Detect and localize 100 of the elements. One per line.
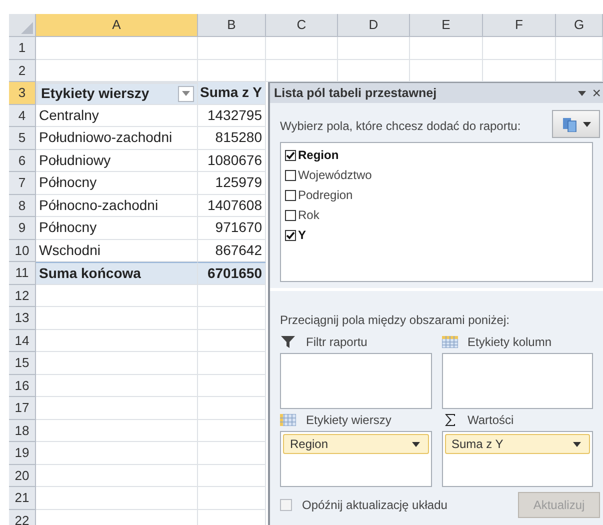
row-header[interactable]: 15 bbox=[9, 352, 36, 374]
checkbox[interactable] bbox=[285, 210, 296, 220]
caret-icon bbox=[573, 442, 581, 446]
caret-icon bbox=[182, 91, 190, 96]
column-header[interactable]: A bbox=[36, 14, 198, 37]
column-header[interactable]: C bbox=[266, 14, 338, 37]
table-cell-text: 1407608 bbox=[207, 196, 262, 215]
area-label: Etykiety wierszy bbox=[306, 412, 392, 429]
field-dropdown[interactable]: Suma z Y bbox=[444, 434, 590, 454]
filter-icon bbox=[281, 336, 295, 348]
checkbox[interactable] bbox=[285, 170, 296, 180]
row-header[interactable]: 6 bbox=[9, 150, 36, 172]
area-label: Filtr raportu bbox=[306, 334, 368, 351]
checkbox[interactable] bbox=[285, 190, 296, 200]
row-header[interactable]: 21 bbox=[9, 487, 36, 510]
row-header[interactable]: 17 bbox=[9, 397, 36, 420]
row-header[interactable]: 7 bbox=[9, 172, 36, 194]
empty-cell[interactable] bbox=[556, 37, 603, 60]
column-header[interactable]: G bbox=[556, 14, 603, 37]
panel-title: Lista pól tabeli przestawnej bbox=[274, 84, 437, 102]
filter-dropdown-button[interactable] bbox=[178, 86, 194, 102]
empty-cell[interactable] bbox=[198, 352, 266, 374]
field-dropdown[interactable]: Region bbox=[283, 434, 428, 454]
sum-icon bbox=[444, 414, 456, 426]
empty-cell[interactable] bbox=[198, 487, 266, 510]
table-cell-text: 971670 bbox=[215, 218, 262, 238]
table-cell-text: 867642 bbox=[215, 240, 262, 260]
table-cell-text: 1432795 bbox=[207, 106, 262, 125]
column-header[interactable]: F bbox=[483, 14, 556, 37]
panel-menu-icon[interactable] bbox=[578, 90, 586, 96]
active-cell[interactable]: Etykiety wierszy bbox=[36, 82, 198, 104]
documents-icon bbox=[562, 116, 578, 132]
table-cell-text: Południowy bbox=[39, 150, 111, 170]
row-header[interactable]: 4 bbox=[9, 104, 36, 127]
row-header[interactable]: 22 bbox=[9, 510, 36, 525]
table-cell-text: Wschodni bbox=[39, 240, 100, 260]
empty-cell[interactable] bbox=[198, 330, 266, 352]
empty-cell[interactable] bbox=[338, 37, 410, 60]
row-header[interactable]: 14 bbox=[9, 330, 36, 352]
empty-cell[interactable] bbox=[198, 374, 266, 397]
row-header[interactable]: 9 bbox=[9, 217, 36, 240]
table-cell-text: Suma z Y bbox=[200, 83, 262, 102]
area-label: Etykiety kolumn bbox=[468, 334, 552, 351]
column-header[interactable]: D bbox=[338, 14, 410, 37]
layout-button[interactable] bbox=[552, 110, 600, 138]
caret-icon bbox=[412, 442, 420, 446]
empty-cell[interactable] bbox=[483, 37, 556, 60]
table-cell-text: Północny bbox=[39, 218, 97, 238]
table-cell-text: Etykiety wierszy bbox=[41, 84, 150, 104]
area-label: Wartości bbox=[468, 412, 514, 429]
checkbox[interactable] bbox=[280, 499, 292, 511]
row-header[interactable]: 10 bbox=[9, 240, 36, 262]
checkbox[interactable] bbox=[285, 150, 296, 160]
row-header[interactable]: 1 bbox=[9, 37, 36, 60]
empty-cell[interactable] bbox=[198, 284, 266, 307]
row-header[interactable]: 11 bbox=[9, 262, 36, 284]
checkbox[interactable] bbox=[285, 230, 296, 240]
empty-cell[interactable] bbox=[198, 464, 266, 487]
table-cell-text: 125979 bbox=[215, 173, 262, 192]
row-header[interactable]: 19 bbox=[9, 442, 36, 464]
table-cell-text: Północny bbox=[39, 173, 97, 192]
field-label: Podregion bbox=[298, 187, 353, 204]
checkbox-label: Opóźnij aktualizację układu bbox=[302, 497, 448, 514]
row-header[interactable]: 18 bbox=[9, 420, 36, 442]
field-label: Województwo bbox=[298, 167, 372, 184]
empty-cell[interactable] bbox=[410, 37, 483, 60]
table-cell-text: 1080676 bbox=[207, 150, 262, 170]
select-all-icon[interactable] bbox=[21, 22, 33, 34]
close-button[interactable]: × bbox=[592, 86, 601, 100]
drop-area[interactable] bbox=[280, 353, 432, 409]
row-header[interactable]: 3 bbox=[9, 82, 36, 104]
empty-cell[interactable] bbox=[198, 307, 266, 330]
row-header[interactable]: 16 bbox=[9, 374, 36, 397]
table-cell-text: Centralny bbox=[39, 106, 99, 125]
empty-cell[interactable] bbox=[198, 397, 266, 420]
table-cell-text: 815280 bbox=[215, 128, 262, 148]
row-header[interactable]: 2 bbox=[9, 60, 36, 82]
row-header[interactable]: 8 bbox=[9, 194, 36, 217]
drop-area[interactable]: Region bbox=[280, 431, 432, 487]
drop-area[interactable] bbox=[442, 353, 593, 409]
drop-area[interactable]: Suma z Y bbox=[442, 431, 593, 487]
column-header[interactable]: B bbox=[198, 14, 266, 37]
empty-cell[interactable] bbox=[198, 37, 266, 60]
field-label: Rok bbox=[298, 207, 320, 224]
table-cell-text: Południowo-zachodni bbox=[39, 128, 172, 148]
column-header[interactable]: E bbox=[410, 14, 483, 37]
empty-cell[interactable] bbox=[266, 37, 338, 60]
row-header[interactable]: 5 bbox=[9, 127, 36, 150]
table-cell-text: Północno-zachodni bbox=[39, 196, 158, 215]
caret-icon bbox=[582, 122, 590, 126]
empty-cell[interactable] bbox=[198, 420, 266, 442]
row-header[interactable]: 12 bbox=[9, 284, 36, 307]
instruction-text: Przeciągnij pola między obszarami poniżej: bbox=[279, 312, 510, 329]
row-header[interactable]: 20 bbox=[9, 464, 36, 487]
table-cell-text: 6701650 bbox=[207, 264, 262, 283]
empty-cell[interactable] bbox=[198, 442, 266, 464]
instruction-text: Wybierz pola, które chcesz dodać do raportu: bbox=[280, 118, 521, 135]
field-label: Y bbox=[298, 227, 306, 244]
row-header[interactable]: 13 bbox=[9, 307, 36, 330]
field-label: Region bbox=[298, 147, 339, 164]
